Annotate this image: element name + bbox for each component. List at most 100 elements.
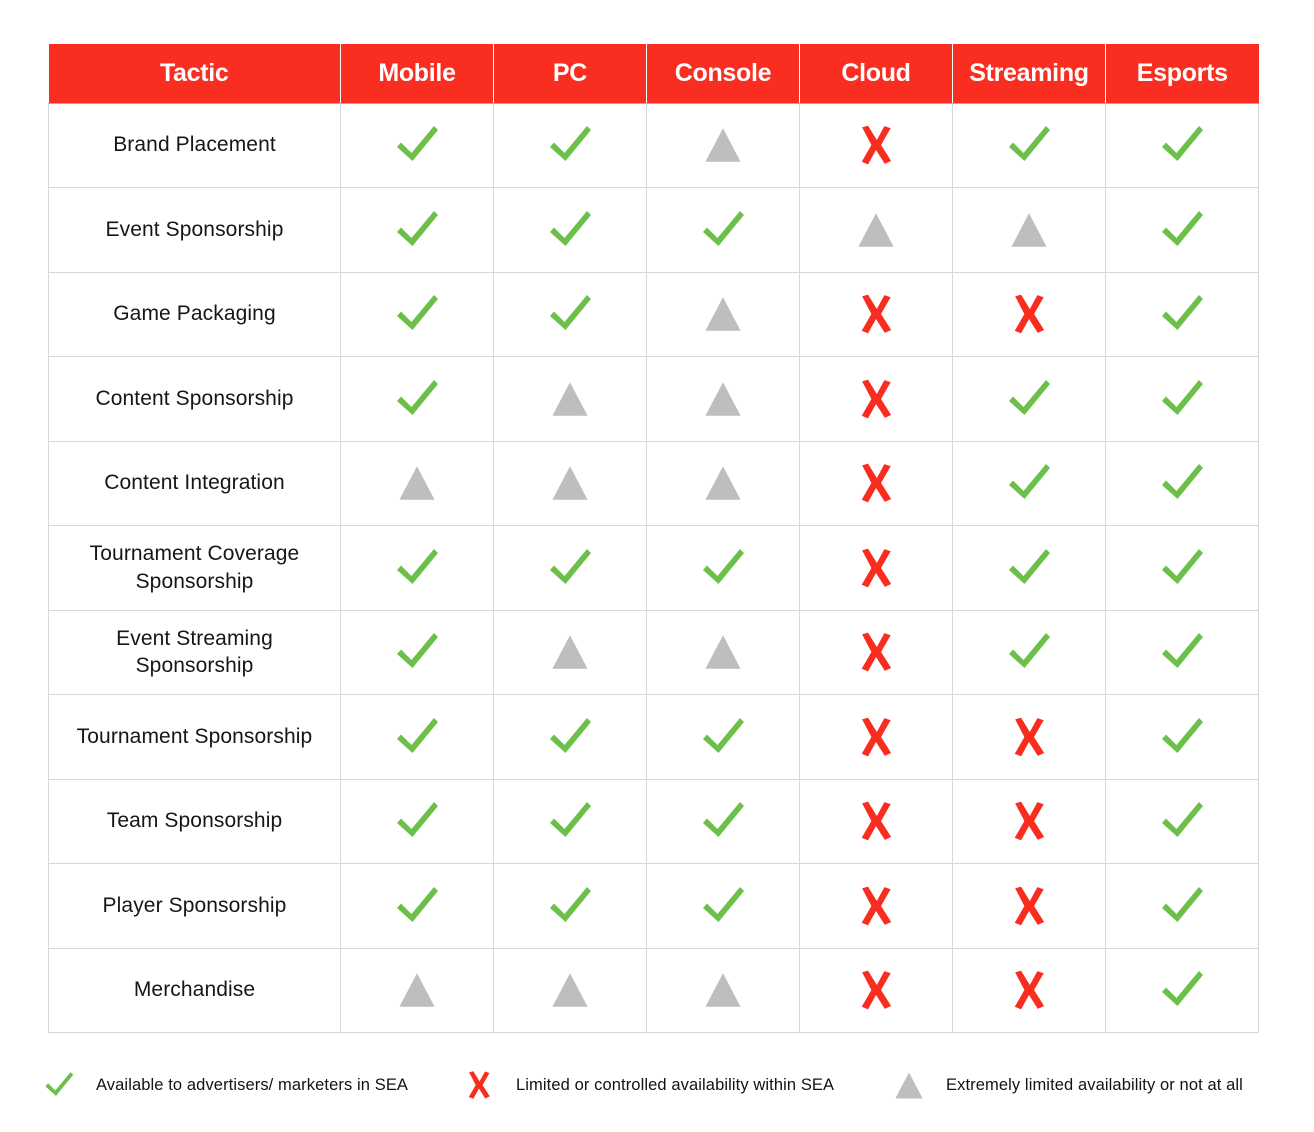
availability-cell — [493, 694, 647, 780]
check-icon — [647, 780, 799, 864]
cross-icon — [800, 864, 952, 948]
triangle-icon — [647, 357, 799, 441]
check-icon — [1106, 526, 1258, 610]
availability-cell — [340, 102, 494, 188]
check-icon — [953, 357, 1105, 441]
tactic-label: Content Integration — [48, 440, 341, 526]
legend: Available to advertisers/ marketers in S… — [36, 1068, 1286, 1102]
availability-cell — [799, 187, 953, 273]
triangle-icon — [494, 357, 646, 441]
availability-cell — [799, 440, 953, 526]
column-header-esports: Esports — [1105, 44, 1259, 104]
table-row: Event Streaming Sponsorship — [48, 609, 1259, 695]
check-icon — [36, 1068, 82, 1102]
availability-cell — [340, 271, 494, 357]
check-icon — [953, 526, 1105, 610]
availability-cell — [340, 778, 494, 864]
check-icon — [494, 104, 646, 188]
check-icon — [1106, 780, 1258, 864]
availability-cell — [493, 947, 647, 1033]
cross-icon — [800, 695, 952, 779]
tactic-label: Tournament Sponsorship — [48, 694, 341, 780]
tactic-label: Content Sponsorship — [48, 356, 341, 442]
table-row: Player Sponsorship — [48, 863, 1259, 949]
header-row: Tactic Mobile PC Console Cloud Streaming… — [48, 44, 1259, 104]
check-icon — [341, 864, 493, 948]
tactic-label: Brand Placement — [48, 102, 341, 188]
cross-icon — [953, 949, 1105, 1033]
cross-icon — [953, 780, 1105, 864]
tactic-label: Tournament Coverage Sponsorship — [48, 525, 341, 611]
check-icon — [953, 611, 1105, 695]
cross-icon — [800, 526, 952, 610]
availability-cell — [340, 525, 494, 611]
check-icon — [341, 188, 493, 272]
tactic-label: Team Sponsorship — [48, 778, 341, 864]
legend-label: Extremely limited availability or not at… — [946, 1075, 1243, 1094]
triangle-icon — [341, 442, 493, 526]
availability-cell — [952, 947, 1106, 1033]
check-icon — [1106, 611, 1258, 695]
check-icon — [341, 273, 493, 357]
availability-cell — [799, 863, 953, 949]
cross-icon — [800, 780, 952, 864]
availability-cell — [952, 525, 1106, 611]
check-icon — [1106, 695, 1258, 779]
availability-cell — [646, 525, 800, 611]
cross-icon — [953, 273, 1105, 357]
legend-item: Extremely limited availability or not at… — [886, 1070, 1286, 1101]
availability-cell — [1105, 440, 1259, 526]
availability-cell — [952, 694, 1106, 780]
availability-cell — [952, 440, 1106, 526]
availability-cell — [952, 187, 1106, 273]
check-icon — [341, 611, 493, 695]
table-row: Brand Placement — [48, 102, 1259, 188]
triangle-icon — [494, 611, 646, 695]
availability-matrix-page: Tactic Mobile PC Console Cloud Streaming… — [0, 0, 1314, 1132]
check-icon — [1106, 949, 1258, 1033]
availability-cell — [952, 356, 1106, 442]
availability-cell — [646, 609, 800, 695]
availability-cell — [1105, 525, 1259, 611]
check-icon — [494, 780, 646, 864]
availability-cell — [952, 609, 1106, 695]
availability-cell — [646, 271, 800, 357]
availability-cell — [1105, 356, 1259, 442]
availability-cell — [799, 525, 953, 611]
check-icon — [647, 864, 799, 948]
availability-cell — [1105, 778, 1259, 864]
check-icon — [341, 357, 493, 441]
legend-item: Limited or controlled availability withi… — [456, 1070, 886, 1100]
column-header-tactic: Tactic — [48, 44, 341, 104]
availability-cell — [952, 778, 1106, 864]
availability-cell — [493, 609, 647, 695]
triangle-icon — [886, 1070, 932, 1101]
triangle-icon — [647, 104, 799, 188]
availability-cell — [799, 271, 953, 357]
check-icon — [341, 104, 493, 188]
table-row: Content Sponsorship — [48, 356, 1259, 442]
availability-cell — [1105, 271, 1259, 357]
availability-cell — [646, 102, 800, 188]
availability-cell — [1105, 187, 1259, 273]
tactic-label: Merchandise — [48, 947, 341, 1033]
triangle-icon — [494, 949, 646, 1033]
availability-cell — [493, 356, 647, 442]
check-icon — [1106, 864, 1258, 948]
column-header-pc: PC — [493, 44, 647, 104]
check-icon — [953, 104, 1105, 188]
availability-cell — [340, 187, 494, 273]
availability-cell — [952, 102, 1106, 188]
table-row: Tournament Sponsorship — [48, 694, 1259, 780]
check-icon — [647, 695, 799, 779]
cross-icon — [800, 104, 952, 188]
table-row: Tournament Coverage Sponsorship — [48, 525, 1259, 611]
check-icon — [494, 188, 646, 272]
check-icon — [494, 695, 646, 779]
check-icon — [1106, 442, 1258, 526]
availability-cell — [340, 609, 494, 695]
availability-cell — [646, 187, 800, 273]
availability-cell — [493, 440, 647, 526]
column-header-cloud: Cloud — [799, 44, 953, 104]
cross-icon — [800, 949, 952, 1033]
